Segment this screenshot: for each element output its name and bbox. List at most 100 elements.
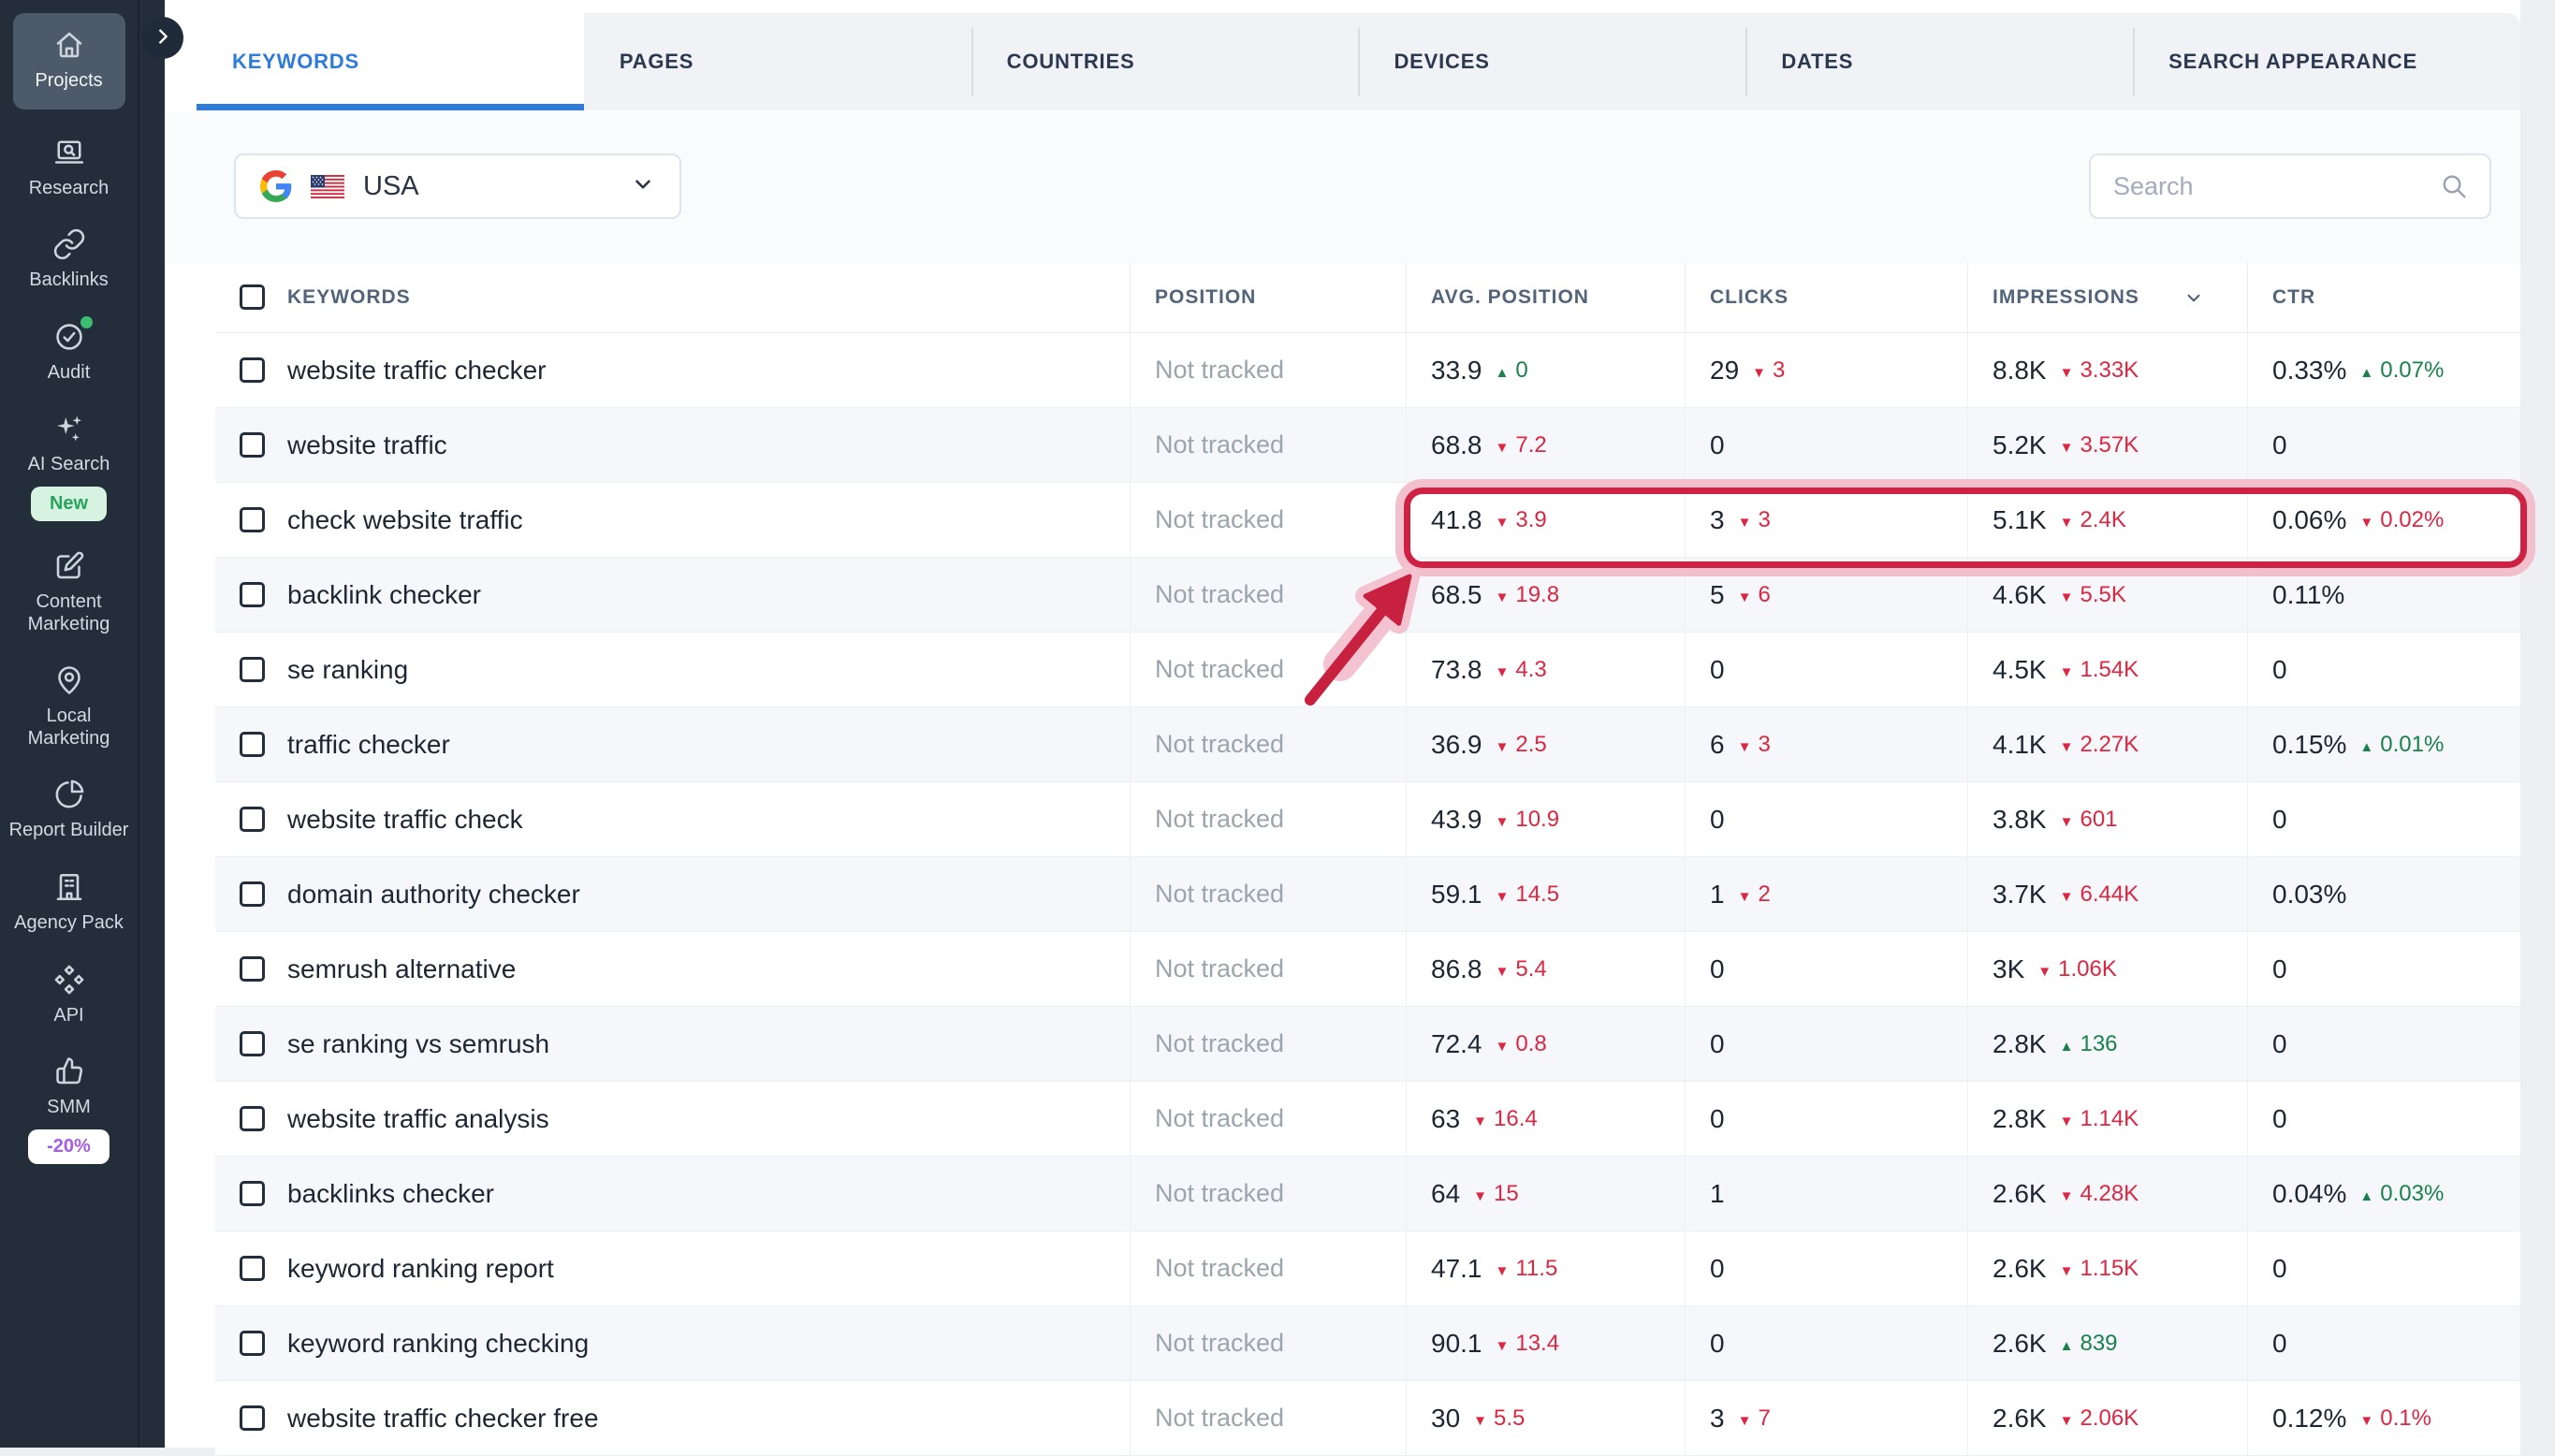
triangle-up-icon: ▲ — [2060, 1039, 2074, 1055]
column-header-ctr[interactable]: CTR — [2247, 262, 2520, 332]
row-checkbox[interactable] — [240, 807, 265, 832]
triangle-down-icon: ▼ — [1496, 590, 1510, 605]
metric-delta-down: ▼2.5 — [1496, 732, 1547, 758]
row-checkbox[interactable] — [240, 657, 265, 682]
column-header-keywords[interactable]: KEYWORDS — [215, 262, 1130, 332]
row-checkbox[interactable] — [240, 1331, 265, 1356]
metric-value: 0.12% — [2272, 1404, 2346, 1434]
row-checkbox[interactable] — [240, 432, 265, 458]
country-select-value: USA — [363, 171, 419, 202]
tab-devices[interactable]: DEVICES — [1358, 13, 1745, 110]
tab-keywords[interactable]: KEYWORDS — [197, 13, 584, 110]
keyword-label: website traffic — [287, 430, 447, 460]
table-row: keyword ranking report Not tracked 47.1▼… — [215, 1231, 2520, 1306]
column-header-position[interactable]: POSITION — [1130, 262, 1406, 332]
position-value: Not tracked — [1155, 730, 1284, 759]
research-icon — [52, 136, 86, 169]
sidebar-item-ai-search[interactable]: AI SearchNew — [6, 412, 133, 521]
row-checkbox[interactable] — [240, 732, 265, 757]
triangle-down-icon: ▼ — [2060, 889, 2074, 905]
column-header-impressions[interactable]: IMPRESSIONS — [1967, 262, 2247, 332]
triangle-down-icon: ▼ — [2060, 1114, 2074, 1129]
delta-value: 11.5 — [1515, 1256, 1557, 1282]
sidebar-item-api[interactable]: API — [6, 963, 133, 1027]
triangle-down-icon: ▼ — [1496, 664, 1510, 680]
metric-delta-down: ▼5.5K — [2060, 582, 2126, 608]
delta-value: 1.14K — [2080, 1106, 2139, 1132]
row-checkbox[interactable] — [240, 357, 265, 383]
row-checkbox[interactable] — [240, 1405, 265, 1431]
row-checkbox[interactable] — [240, 1181, 265, 1206]
row-checkbox[interactable] — [240, 956, 265, 982]
metric-value: 3 — [1710, 505, 1725, 535]
metric-delta-down: ▼0.8 — [1496, 1031, 1547, 1057]
sidebar-item-report-builder[interactable]: Report Builder — [6, 778, 133, 842]
impressions-cell: 2.6K▲839 — [1967, 1306, 2247, 1380]
impressions-cell: 4.1K▼2.27K — [1967, 707, 2247, 781]
sidebar-item-smm[interactable]: SMM-20% — [6, 1055, 133, 1164]
column-header-label: CTR — [2272, 286, 2315, 309]
sidebar-item-projects[interactable]: Projects — [13, 13, 125, 109]
search-input[interactable] — [2111, 171, 2439, 202]
sort-chevron-down-icon[interactable] — [2182, 285, 2206, 310]
metric-delta-down: ▼3 — [1752, 357, 1785, 384]
search-engine-country-select[interactable]: USA — [234, 153, 681, 219]
triangle-down-icon: ▼ — [1496, 739, 1510, 755]
position-value: Not tracked — [1155, 954, 1284, 983]
row-checkbox[interactable] — [240, 507, 265, 532]
keyword-label: se ranking vs semrush — [287, 1029, 549, 1059]
select-all-checkbox[interactable] — [240, 284, 265, 310]
metric-value: 3 — [1710, 1404, 1725, 1434]
sidebar-item-content-marketing[interactable]: Content Marketing — [6, 549, 133, 635]
position-value: Not tracked — [1155, 1179, 1284, 1208]
row-checkbox[interactable] — [240, 582, 265, 607]
impressions-cell: 2.8K▲136 — [1967, 1007, 2247, 1081]
metric-delta-down: ▼1.54K — [2060, 657, 2139, 683]
delta-value: 10.9 — [1515, 807, 1559, 833]
delta-value: 5.4 — [1515, 956, 1546, 983]
sidebar-item-backlinks[interactable]: Backlinks — [6, 227, 133, 292]
sidebar-item-audit[interactable]: Audit — [6, 320, 133, 385]
delta-value: 2.27K — [2080, 732, 2139, 758]
sidebar-item-label: API — [53, 1005, 83, 1027]
delta-value: 0.02% — [2380, 507, 2444, 533]
tab-countries[interactable]: COUNTRIES — [971, 13, 1359, 110]
column-header-avg-position[interactable]: AVG. POSITION — [1406, 262, 1685, 332]
keyword-label: keyword ranking checking — [287, 1329, 589, 1359]
sidebar: Projects Research Backlinks Audit AI SearchN… — [0, 0, 165, 1448]
clicks-cell: 5▼6 — [1685, 558, 1967, 632]
sidebar-collapse-button[interactable] — [141, 17, 183, 59]
delta-value: 136 — [2080, 1031, 2117, 1057]
table-row: backlinks checker Not tracked 64▼15 1 2.… — [215, 1157, 2520, 1231]
search-icon[interactable] — [2439, 171, 2469, 201]
row-checkbox[interactable] — [240, 1031, 265, 1056]
position-value: Not tracked — [1155, 356, 1284, 385]
column-header-clicks[interactable]: CLICKS — [1685, 262, 1967, 332]
tab-pages[interactable]: PAGES — [584, 13, 971, 110]
delta-value: 6 — [1758, 582, 1770, 608]
triangle-down-icon: ▼ — [1473, 1413, 1487, 1429]
clicks-cell: 29▼3 — [1685, 333, 1967, 407]
column-header-label: CLICKS — [1710, 286, 1788, 309]
position-value: Not tracked — [1155, 580, 1284, 609]
row-checkbox[interactable] — [240, 1106, 265, 1131]
metric-value: 0 — [2272, 1254, 2287, 1284]
sidebar-item-agency-pack[interactable]: Agency Pack — [6, 870, 133, 935]
row-checkbox[interactable] — [240, 1256, 265, 1281]
triangle-down-icon: ▼ — [2037, 964, 2051, 980]
sidebar-item-research[interactable]: Research — [6, 136, 133, 200]
metric-delta-down: ▼10.9 — [1496, 807, 1560, 833]
clicks-cell: 3▼7 — [1685, 1381, 1967, 1455]
impressions-cell: 2.6K▼2.06K — [1967, 1381, 2247, 1455]
avg-position-cell: 47.1▼11.5 — [1406, 1231, 1685, 1305]
clicks-cell: 0 — [1685, 1082, 1967, 1156]
triangle-down-icon: ▼ — [2060, 1263, 2074, 1279]
sidebar-item-local-marketing[interactable]: Local Marketing — [6, 663, 133, 750]
tab-dates[interactable]: DATES — [1745, 13, 2133, 110]
sidebar-item-label: Content Marketing — [6, 591, 133, 635]
row-checkbox[interactable] — [240, 881, 265, 907]
metric-delta-down: ▼3.57K — [2060, 432, 2139, 459]
tab-search-appearance[interactable]: SEARCH APPEARANCE — [2133, 13, 2520, 110]
position-value: Not tracked — [1155, 1254, 1284, 1283]
metric-value: 4.5K — [1993, 655, 2047, 685]
